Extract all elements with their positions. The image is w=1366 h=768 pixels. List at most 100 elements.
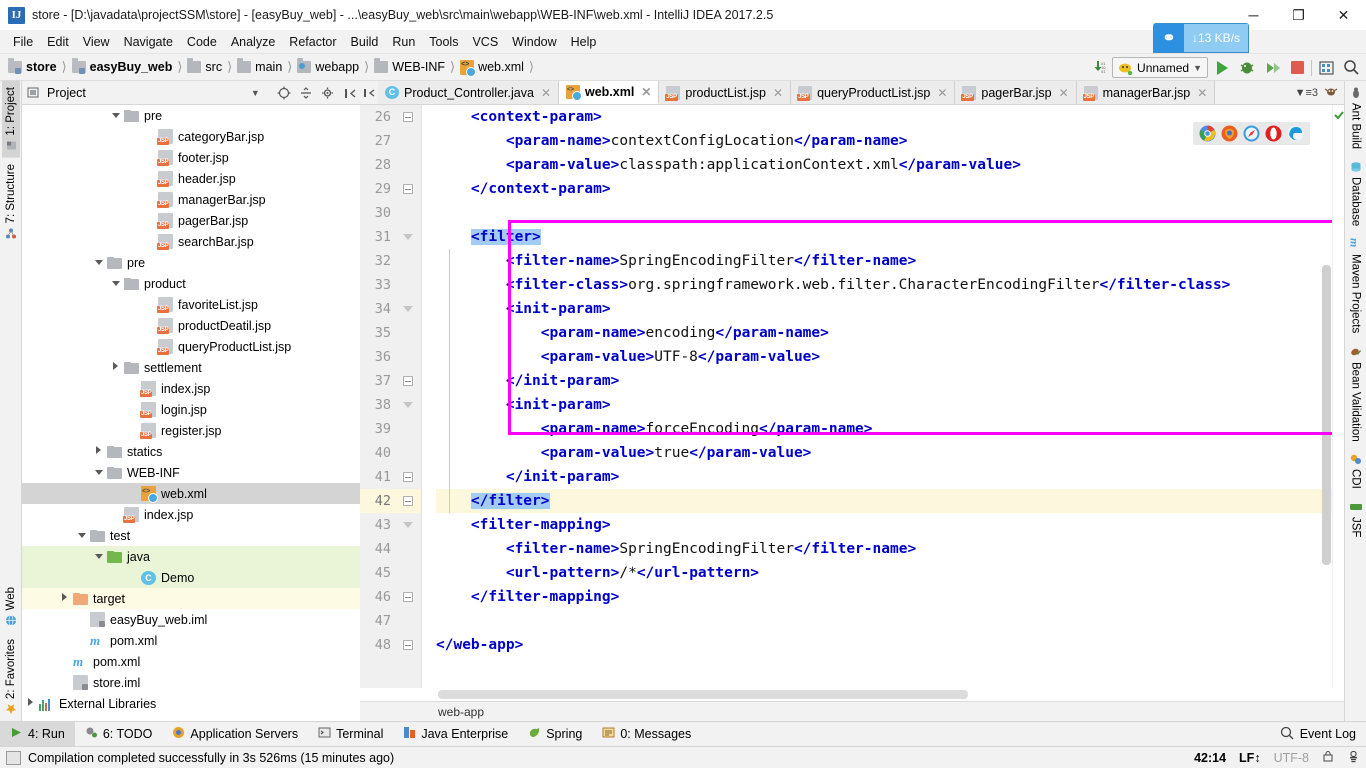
menu-vcs[interactable]: VCS [465,32,505,52]
close-icon[interactable]: ✕ [937,86,947,100]
bottom-tool-window-tab[interactable]: Java Enterprise [393,722,518,746]
tree-node[interactable]: java [22,546,360,567]
tree-node[interactable]: C Demo [22,567,360,588]
line-number[interactable]: 28 [360,153,421,177]
code-line[interactable]: </init-param> [436,369,1332,393]
bottom-tool-window-tab[interactable]: 0: Messages [592,722,701,746]
line-number[interactable]: 27 [360,129,421,153]
tree-node[interactable]: pre [22,252,360,273]
chevron-right-icon[interactable] [22,698,39,709]
gear-icon[interactable] [320,85,335,100]
chevron-right-icon[interactable] [56,593,73,604]
menu-view[interactable]: View [76,32,117,52]
fold-collapse-icon[interactable] [403,376,413,386]
chevron-down-icon[interactable] [90,257,107,268]
tree-node[interactable]: m pom.xml [22,651,360,672]
tree-node[interactable]: WEB-INF [22,462,360,483]
bottom-tool-window-tab[interactable]: Spring [518,722,592,746]
sidebar-item-bean-validation[interactable]: Bean Validation [1347,340,1365,448]
tree-node[interactable]: statics [22,441,360,462]
tree-node[interactable]: pagerBar.jsp [22,210,360,231]
tree-node[interactable]: product [22,273,360,294]
line-number[interactable]: 33 [360,273,421,297]
sidebar-item-structure[interactable]: 7: Structure [2,158,20,245]
menu-help[interactable]: Help [564,32,604,52]
bottom-tool-window-tab[interactable]: 4: Run [0,722,75,746]
code-line[interactable]: </filter> [436,489,1332,513]
hscrollbar-thumb[interactable] [438,690,968,699]
stop-button[interactable] [1286,57,1308,79]
fold-marker-icon[interactable] [403,522,413,528]
menu-analyze[interactable]: Analyze [224,32,282,52]
project-structure-button[interactable] [1315,57,1337,79]
breadcrumb-easybuy-web[interactable]: easyBuy_web [70,58,175,74]
maximize-button[interactable]: ❐ [1276,0,1321,30]
code-line[interactable]: </context-param> [436,177,1332,201]
code-editor[interactable]: 26 27 28 29 30 31 32 33 34 35 36 37 38 39 40 41 42 43 44 45… [360,105,1344,688]
tree-node[interactable]: managerBar.jsp [22,189,360,210]
sidebar-item-web[interactable]: Web [2,581,20,632]
fold-marker-icon[interactable] [403,306,413,312]
chevron-right-icon[interactable] [90,446,107,457]
line-number[interactable]: 40 [360,441,421,465]
menu-window[interactable]: Window [505,32,563,52]
network-speed-badge[interactable]: ⚭ ↓13 KB/s [1154,24,1249,52]
tree-node[interactable]: index.jsp [22,378,360,399]
error-stripe-gutter[interactable] [1332,105,1344,688]
tree-node[interactable]: productDeatil.jsp [22,315,360,336]
menu-file[interactable]: File [6,32,40,52]
fold-collapse-icon[interactable] [403,592,413,602]
run-with-coverage-button[interactable] [1261,57,1283,79]
chevron-down-icon[interactable]: ▼ [251,88,260,98]
tree-node[interactable]: easyBuy_web.iml [22,609,360,630]
project-tree[interactable]: pre categoryBar.jsp footer.jsp header.jsp ma… [22,105,360,721]
bottom-tool-window-tab[interactable]: Application Servers [162,722,308,746]
line-number[interactable]: 48 [360,633,421,657]
sidebar-item-ant-build[interactable]: Ant Build [1347,81,1365,155]
tree-node[interactable]: web.xml [22,483,360,504]
line-number[interactable]: 36 [360,345,421,369]
line-number[interactable]: 45 [360,561,421,585]
file-encoding[interactable]: UTF-8 [1274,751,1309,765]
scrollbar-thumb[interactable] [1322,265,1331,565]
code-scroll-region[interactable]: <context-param> <param-name>contextConfi… [422,105,1332,688]
line-number[interactable]: 30 [360,201,421,225]
fold-collapse-icon[interactable] [403,640,413,650]
code-line[interactable]: <filter-name>SpringEncodingFilter</filte… [436,537,1332,561]
close-icon[interactable]: ✕ [541,86,551,100]
fold-collapse-icon[interactable] [403,496,413,506]
tree-node[interactable]: header.jsp [22,168,360,189]
fold-collapse-icon[interactable] [403,112,413,122]
fold-marker-icon[interactable] [403,402,413,408]
tree-node[interactable]: favoriteList.jsp [22,294,360,315]
sidebar-item-favorites[interactable]: 2: Favorites [2,633,20,721]
tree-node[interactable]: searchBar.jsp [22,231,360,252]
caret-position[interactable]: 42:14 [1194,751,1226,765]
event-log-button[interactable]: Event Log [1280,722,1366,746]
line-number[interactable]: 46 [360,585,421,609]
menu-tools[interactable]: Tools [422,32,465,52]
line-number[interactable]: 26 [360,105,421,129]
line-number[interactable]: 41 [360,465,421,489]
safari-icon[interactable] [1243,125,1260,142]
editor-vertical-scrollbar[interactable] [1320,105,1332,688]
chevron-right-icon[interactable] [107,362,124,373]
editor-tab[interactable]: C Product_Controller.java ✕ [378,81,559,104]
menu-code[interactable]: Code [180,32,224,52]
opera-icon[interactable] [1265,125,1282,142]
menu-build[interactable]: Build [344,32,386,52]
chevron-down-icon[interactable] [107,110,124,121]
code-line[interactable]: <param-value>true</param-value> [436,441,1332,465]
tree-node[interactable]: store.iml [22,672,360,693]
sidebar-item-jsf[interactable]: JSF JSF [1347,495,1365,543]
editor-tab[interactable]: managerBar.jsp ✕ [1076,81,1216,104]
tree-node[interactable]: m pom.xml [22,630,360,651]
line-number[interactable]: 31 [360,225,421,249]
tree-node[interactable]: target [22,588,360,609]
editor-tab[interactable]: queryProductList.jsp ✕ [791,81,956,104]
line-number[interactable]: 29 [360,177,421,201]
sidebar-item-project[interactable]: 1: Project [1,81,20,158]
code-line[interactable]: </filter-mapping> [436,585,1332,609]
tab-list-icon[interactable]: ▼≡3 [1295,87,1318,99]
sidebar-item-cdi[interactable]: CDI [1347,447,1365,495]
